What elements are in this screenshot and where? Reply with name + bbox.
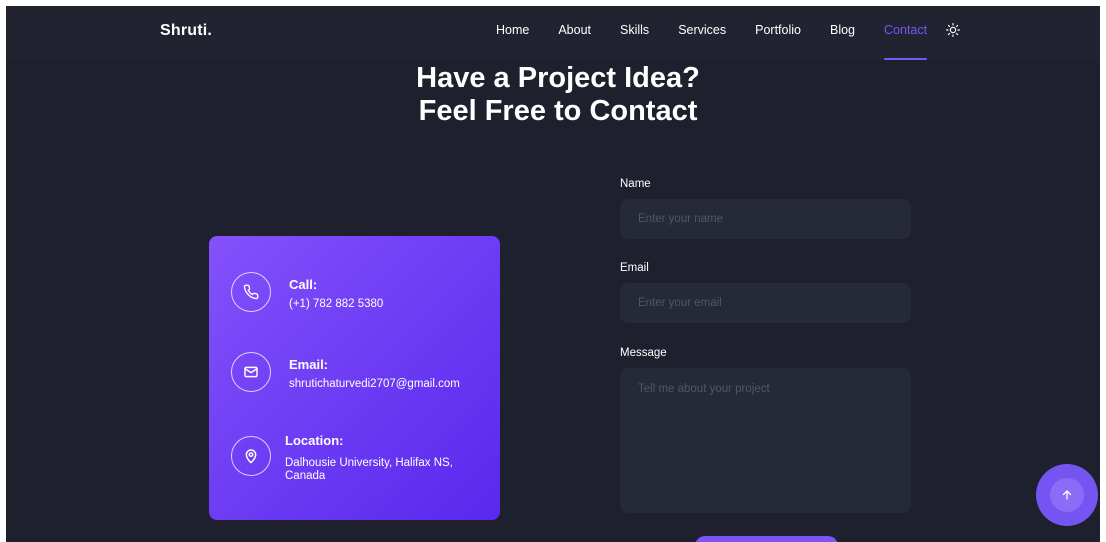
location-pin-icon (245, 449, 257, 464)
nav-link-contact[interactable]: Contact (884, 6, 928, 60)
mail-icon-circle (231, 352, 271, 392)
mail-icon (244, 366, 258, 378)
name-label: Name (620, 178, 651, 190)
email-label: Email (620, 262, 649, 274)
nav-link-skills[interactable]: Skills (620, 6, 649, 60)
contact-info-card: Call: (+1) 782 882 5380 Email: shruticha… (209, 236, 500, 520)
section-heading: Have a Project Idea? Feel Free to Contac… (6, 62, 1100, 128)
nav-link-portfolio[interactable]: Portfolio (755, 6, 801, 60)
page-frame: Shruti. Home About Skills Services Portf… (6, 6, 1100, 542)
sun-icon[interactable] (946, 23, 960, 37)
location-value: Dalhousie University, Halifax NS, Canada (285, 457, 453, 482)
nav-link-home[interactable]: Home (496, 6, 529, 60)
email-title: Email: (289, 357, 329, 372)
back-to-top-inner (1050, 478, 1084, 512)
nav-link-about[interactable]: About (558, 6, 591, 60)
name-input[interactable] (620, 199, 911, 239)
location-icon-circle (231, 436, 271, 476)
phone-icon (243, 284, 259, 300)
site-logo[interactable]: Shruti. (160, 22, 212, 40)
nav-menu: Home About Skills Services Portfolio Blo… (496, 6, 956, 60)
location-title: Location: (285, 433, 344, 448)
call-value[interactable]: (+1) 782 882 5380 (289, 298, 383, 311)
email-value[interactable]: shrutichaturvedi2707@gmail.com (289, 378, 460, 391)
back-to-top-button[interactable] (1036, 464, 1098, 526)
submit-button[interactable] (695, 536, 838, 542)
call-title: Call: (289, 277, 318, 292)
email-input[interactable] (620, 283, 911, 323)
heading-line-1: Have a Project Idea? (416, 62, 700, 94)
phone-icon-circle (231, 272, 271, 312)
heading-line-2: Feel Free to Contact (418, 95, 698, 127)
message-textarea[interactable] (620, 368, 911, 513)
nav-link-blog[interactable]: Blog (830, 6, 855, 60)
nav-link-services[interactable]: Services (678, 6, 726, 60)
top-navbar: Shruti. Home About Skills Services Portf… (6, 6, 1100, 60)
arrow-up-icon (1062, 490, 1072, 500)
message-label: Message (620, 347, 667, 359)
